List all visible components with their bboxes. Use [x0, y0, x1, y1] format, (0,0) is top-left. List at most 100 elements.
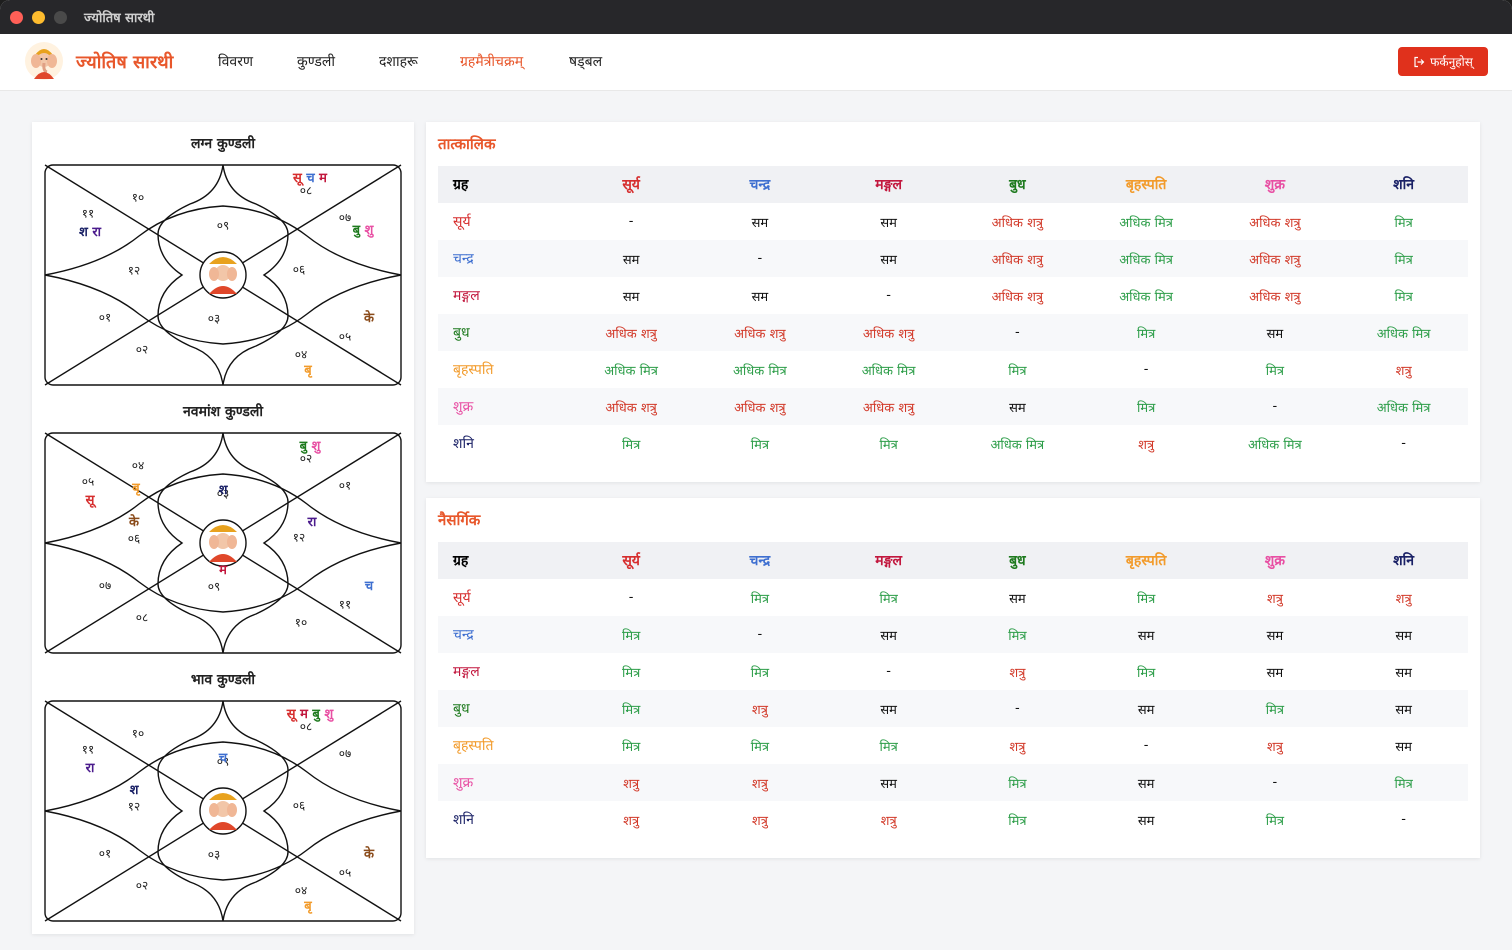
relation-cell: मित्र — [1008, 813, 1027, 829]
ganesha-logo-icon[interactable] — [24, 41, 64, 81]
relation-cell: मित्र — [1394, 776, 1413, 792]
planet-group: च — [364, 579, 374, 594]
table-row: शनि मित्र मित्र मित्र अधिक मित्र शत्रु अधिक मि… — [438, 425, 1468, 462]
header-corner: ग्रह — [453, 177, 469, 193]
column-header: चन्द्र — [749, 553, 771, 569]
row-planet-label: बृहस्पति — [453, 738, 494, 754]
planet-label: श — [130, 783, 140, 798]
relation-cell: अधिक शत्रु — [605, 326, 657, 342]
column-header: सूर्य — [622, 553, 640, 569]
relation-cell: अधिक शत्रु — [734, 400, 786, 416]
navamsha-kundali-chart: ०३श०४बृ०५सू०६के०७०८०९म१०११च१२रा०१०२बु शु — [44, 432, 402, 654]
planet-group: श — [130, 783, 140, 798]
close-window-button[interactable] — [10, 11, 23, 24]
table-row: शुक्र अधिक शत्रु अधिक शत्रु अधिक शत्रु सम मित… — [438, 388, 1468, 425]
row-planet-label: शुक्र — [453, 775, 474, 791]
relation-cell: मित्र — [750, 739, 770, 755]
planet-group: श — [219, 483, 229, 498]
relation-cell: मित्र — [1008, 363, 1027, 379]
nav-shadbal[interactable]: षड्बल — [569, 52, 602, 71]
tatkalik-table: ग्रह सूर्य चन्द्र मङ्गल बुध बृहस्पति शुक्र शनि स… — [438, 166, 1468, 462]
relation-cell: सम — [880, 628, 897, 644]
nav-vivaran[interactable]: विवरण — [218, 52, 253, 71]
house-number: ०४ — [295, 884, 307, 898]
relation-cell: अधिक शत्रु — [1249, 215, 1301, 231]
relation-cell: शत्रु — [1395, 591, 1412, 607]
relation-cell: शत्रु — [751, 813, 768, 829]
planet-label: च — [302, 171, 316, 186]
brand-name[interactable]: ज्योतिष सारथी — [76, 50, 173, 74]
nav-kundali[interactable]: कुण्डली — [297, 52, 335, 71]
house-number: ११ — [82, 743, 94, 757]
nav-grahamaitri[interactable]: ग्रहमैत्रीचक्रम् — [460, 52, 523, 71]
relation-cell: - — [1272, 399, 1278, 414]
relation-cell: मित्र — [1265, 813, 1285, 829]
relation-cell: मित्र — [750, 591, 770, 607]
relation-cell: अधिक शत्रु — [734, 326, 786, 342]
column-header: बुध — [1009, 553, 1026, 569]
relation-cell: सम — [880, 776, 897, 792]
planet-label: के — [128, 514, 140, 530]
table-header-row: ग्रह सूर्य चन्द्र मङ्गल बुध बृहस्पति शुक्र शनि — [438, 166, 1468, 203]
relation-cell: अधिक शत्रु — [1249, 252, 1301, 268]
naisargik-card: नैसर्गिक ग्रह सूर्य चन्द्र मङ्गल बुध बृहस्पति… — [426, 498, 1480, 858]
relation-cell: - — [886, 664, 891, 679]
relation-cell: मित्र — [1008, 776, 1027, 792]
relation-cell: सम — [1395, 665, 1412, 681]
relation-cell: शत्रु — [1009, 739, 1026, 755]
column-header: बृहस्पति — [1125, 553, 1167, 569]
planet-label: के — [363, 846, 375, 862]
row-planet-label: चन्द्र — [453, 251, 474, 267]
house-number: ०१ — [99, 847, 111, 861]
planet-group: सू — [85, 493, 98, 508]
house-number: ०२ — [300, 452, 312, 466]
house-number: ०२ — [136, 879, 148, 893]
relation-cell: अधिक मित्र — [733, 363, 787, 379]
minimize-window-button[interactable] — [32, 11, 45, 24]
relation-cell: अधिक शत्रु — [991, 289, 1044, 305]
relation-cell: शत्रु — [751, 776, 768, 792]
nav-dashaharu[interactable]: दशाहरू — [379, 52, 418, 71]
column-header: बुध — [1009, 177, 1026, 193]
house-number: ०७ — [99, 579, 111, 593]
zoom-window-button[interactable] — [54, 11, 67, 24]
row-planet-label: मङ्गल — [453, 288, 480, 304]
relation-cell: मित्र — [750, 665, 770, 681]
relation-cell: अधिक शत्रु — [1249, 289, 1301, 305]
relation-cell: शत्रु — [623, 776, 640, 792]
planet-group: च — [218, 751, 228, 766]
tatkalik-title: तात्कालिक — [438, 135, 496, 153]
table-row: चन्द्र सम - सम अधिक शत्रु अधिक मित्र अधिक शत्र… — [438, 240, 1468, 277]
planet-label: सू — [85, 493, 98, 508]
top-navbar: ज्योतिष सारथी विवरण कुण्डली दशाहरू ग्रहम… — [0, 34, 1512, 91]
relation-cell: सम — [1266, 326, 1284, 342]
column-header: बृहस्पति — [1125, 177, 1167, 193]
column-header: शनि — [1393, 177, 1415, 193]
relation-cell: - — [1272, 775, 1278, 790]
row-planet-label: सूर्य — [453, 590, 471, 606]
relation-cell: अधिक मित्र — [990, 437, 1045, 453]
relation-cell: - — [757, 627, 763, 642]
house-number: १० — [132, 727, 144, 741]
planet-group: श रा — [79, 225, 102, 240]
navamsha-kundali-title: नवमांश कुण्डली — [183, 404, 263, 420]
relation-cell: मित्र — [1136, 665, 1156, 681]
planet-label: शु — [320, 707, 335, 722]
house-number: ११ — [82, 207, 94, 221]
relation-cell: शत्रु — [880, 813, 897, 829]
logout-button[interactable]: फर्कनुहोस् — [1398, 47, 1488, 76]
relation-cell: मित्र — [621, 665, 641, 681]
planet-group: के — [363, 846, 375, 862]
planet-group: सू म बु शु — [286, 707, 335, 722]
relation-cell: मित्र — [621, 702, 641, 718]
relation-cell: मित्र — [621, 437, 641, 453]
house-number: १० — [132, 191, 144, 205]
table-row: बृहस्पति अधिक मित्र अधिक मित्र अधिक मित्र मि… — [438, 351, 1468, 388]
house-number: ०८ — [136, 611, 148, 625]
house-number: ११ — [339, 598, 351, 612]
kundali-panel: लग्न कुण्डली ०९ १० ११ श रा १२ ०१ ०२ ०३ ०४ बृ ०५ के ०… — [32, 122, 414, 934]
relation-cell: - — [886, 288, 891, 303]
relation-cell: सम — [751, 289, 769, 305]
relation-cell: मित्र — [750, 437, 770, 453]
column-header: मङ्गल — [875, 177, 902, 193]
